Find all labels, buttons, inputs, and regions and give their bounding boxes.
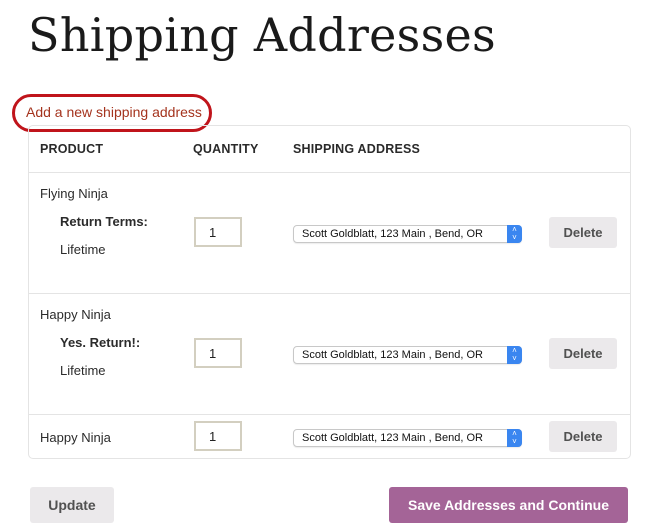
- delete-button[interactable]: Delete: [549, 217, 617, 248]
- product-meta-value: Lifetime: [60, 242, 106, 257]
- header-product: PRODUCT: [40, 142, 104, 156]
- divider: [29, 293, 630, 294]
- up-down-chevron-icon: ˄ ˅: [507, 429, 522, 447]
- selected-address: Scott Goldblatt, 123 Main , Bend, OR: [302, 349, 483, 361]
- shipping-address-select[interactable]: Scott Goldblatt, 123 Main , Bend, OR ˄ ˅: [293, 429, 522, 447]
- product-meta-key: Yes. Return!:: [60, 335, 141, 350]
- divider: [29, 172, 630, 173]
- up-down-chevron-icon: ˄ ˅: [507, 225, 522, 243]
- quantity-input[interactable]: [194, 421, 242, 451]
- delete-button[interactable]: Delete: [549, 421, 617, 452]
- add-shipping-address-link[interactable]: Add a new shipping address: [26, 104, 202, 120]
- shipping-address-select[interactable]: Scott Goldblatt, 123 Main , Bend, OR ˄ ˅: [293, 225, 522, 243]
- shipping-table: [28, 125, 631, 459]
- product-name: Happy Ninja: [40, 430, 111, 445]
- header-quantity: QUANTITY: [193, 142, 259, 156]
- selected-address: Scott Goldblatt, 123 Main , Bend, OR: [302, 228, 483, 240]
- quantity-input[interactable]: [194, 217, 242, 247]
- shipping-address-select[interactable]: Scott Goldblatt, 123 Main , Bend, OR ˄ ˅: [293, 346, 522, 364]
- divider: [29, 414, 630, 415]
- delete-button[interactable]: Delete: [549, 338, 617, 369]
- product-name: Happy Ninja: [40, 307, 111, 322]
- product-name: Flying Ninja: [40, 186, 108, 201]
- page-title: Shipping Addresses: [28, 8, 496, 62]
- selected-address: Scott Goldblatt, 123 Main , Bend, OR: [302, 432, 483, 444]
- product-meta-value: Lifetime: [60, 363, 106, 378]
- product-meta-key: Return Terms:: [60, 214, 148, 229]
- header-shipping-address: SHIPPING ADDRESS: [293, 142, 421, 156]
- up-down-chevron-icon: ˄ ˅: [507, 346, 522, 364]
- save-addresses-button[interactable]: Save Addresses and Continue: [389, 487, 628, 523]
- update-button[interactable]: Update: [30, 487, 114, 523]
- quantity-input[interactable]: [194, 338, 242, 368]
